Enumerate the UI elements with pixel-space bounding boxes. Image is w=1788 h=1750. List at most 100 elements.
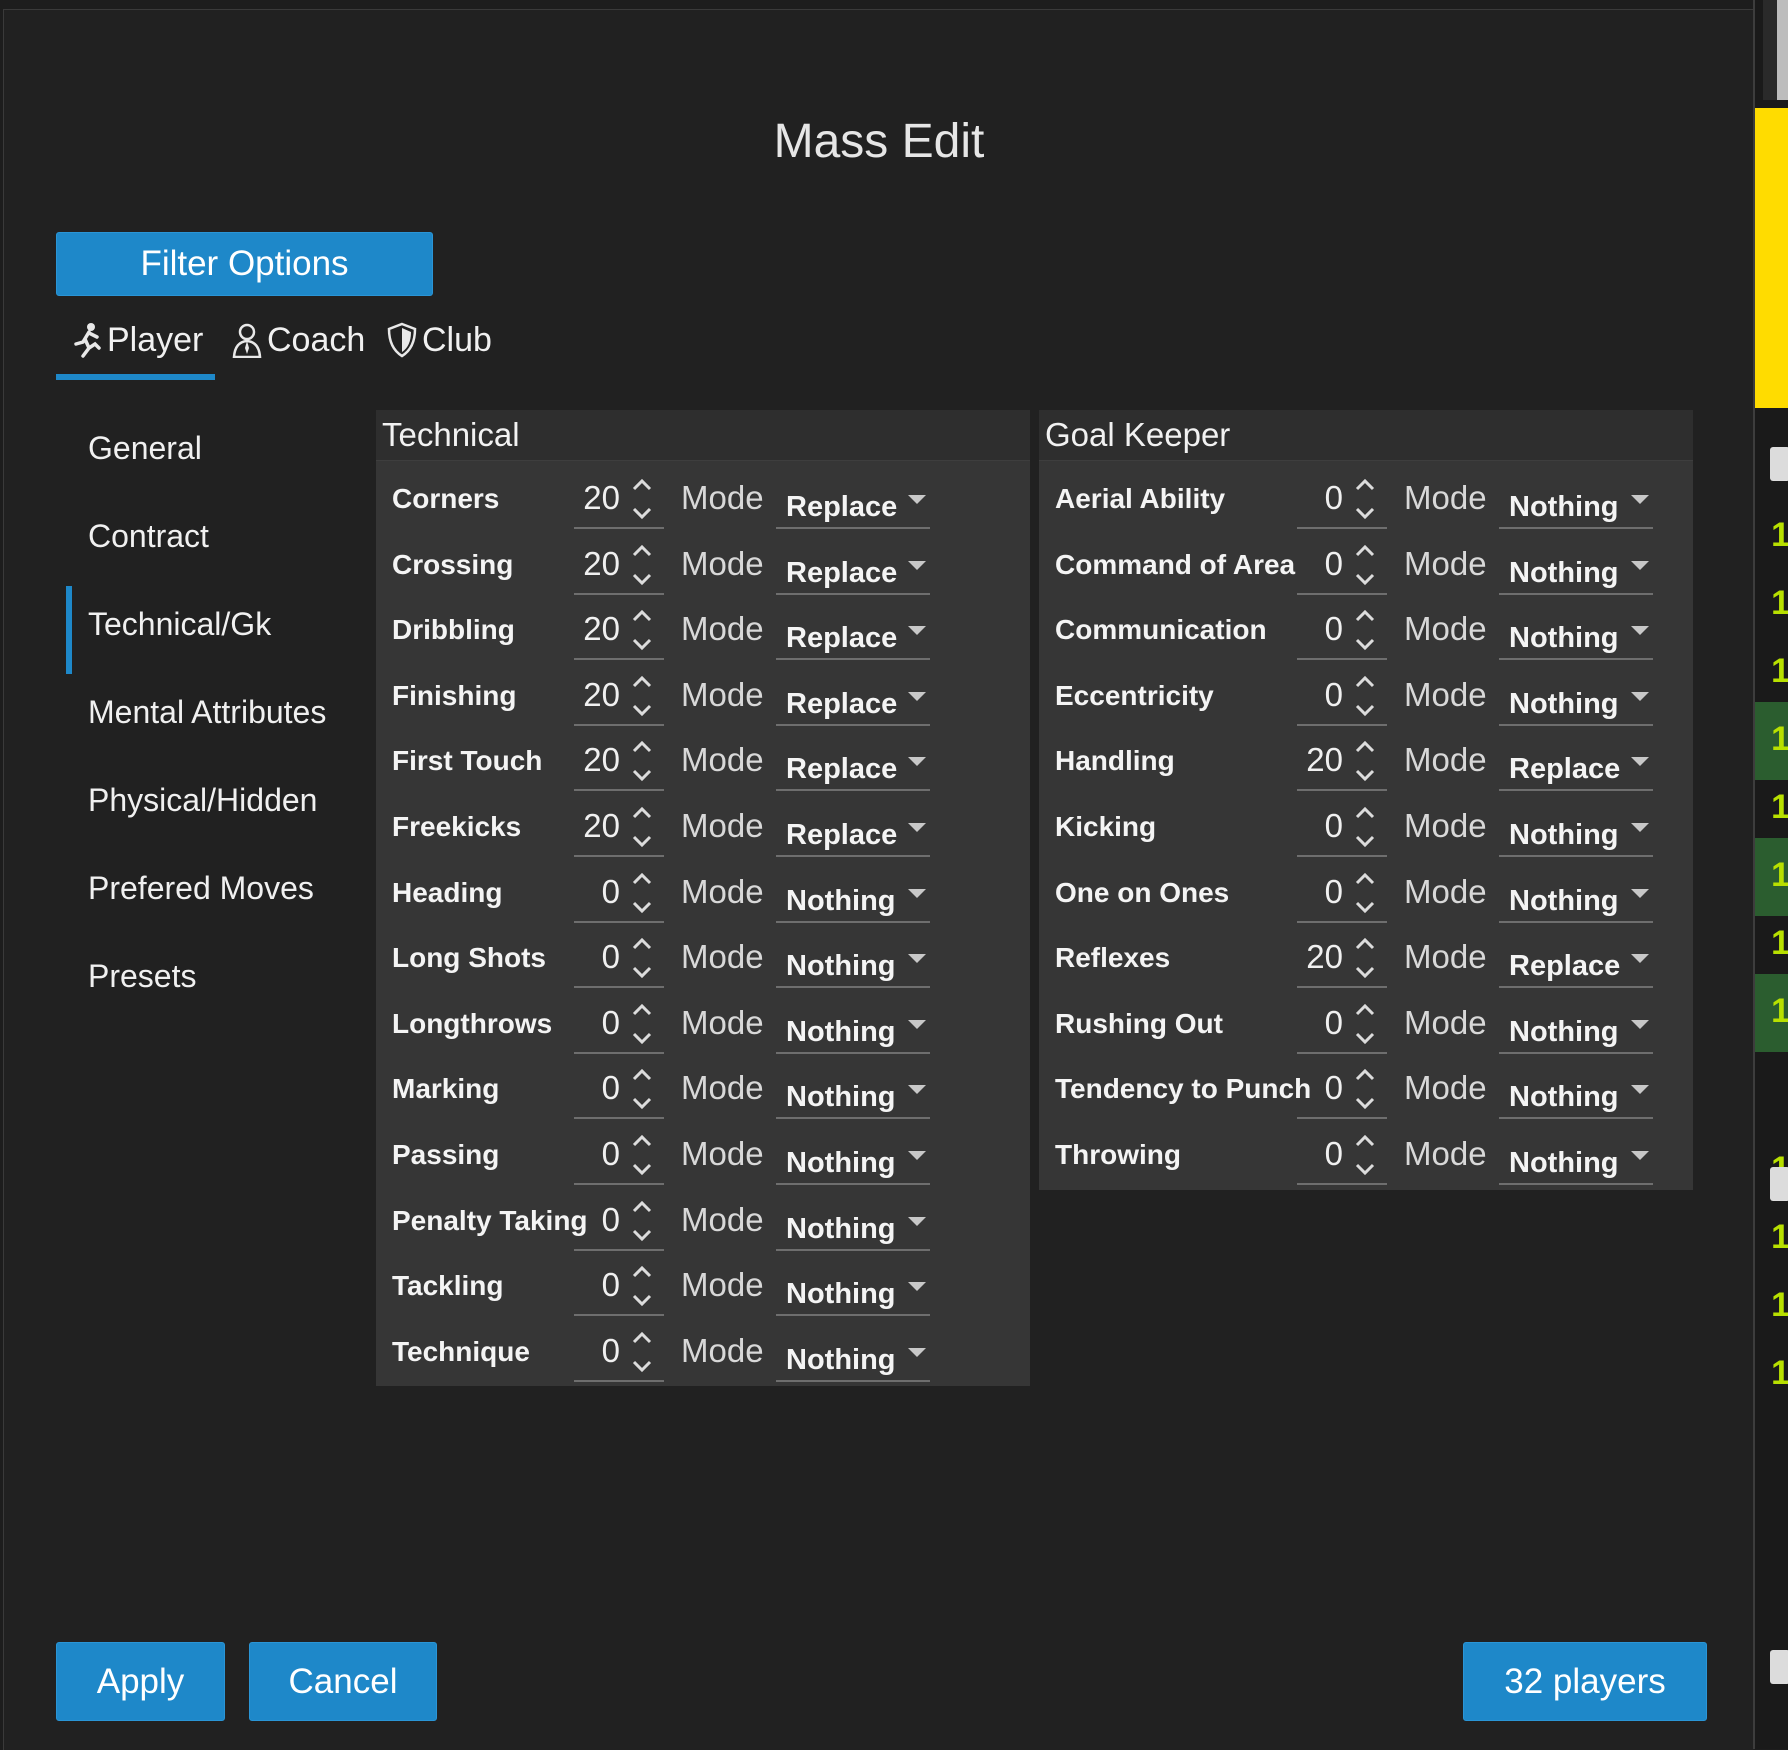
attribute-value[interactable]: 0: [602, 1266, 620, 1304]
chevron-down-icon[interactable]: [908, 954, 926, 964]
attribute-value[interactable]: 0: [1325, 1069, 1343, 1107]
attribute-value[interactable]: 0: [1325, 479, 1343, 517]
chevron-down-icon[interactable]: [1631, 822, 1649, 832]
chevron-down-icon[interactable]: [908, 1085, 926, 1095]
mode-select[interactable]: Nothing: [1499, 602, 1653, 661]
attribute-value[interactable]: 20: [583, 807, 620, 845]
stepper-arrows-icon[interactable]: [630, 934, 654, 982]
attribute-value-stepper[interactable]: 0: [574, 1258, 664, 1317]
attribute-value-stepper[interactable]: 0: [1297, 668, 1387, 726]
attribute-value-stepper[interactable]: 20: [574, 602, 664, 661]
attribute-value[interactable]: 20: [583, 610, 620, 648]
cancel-button[interactable]: Cancel: [249, 1642, 437, 1721]
tab-club[interactable]: Club: [386, 310, 492, 370]
mode-select[interactable]: Nothing: [1499, 1061, 1653, 1120]
mode-select[interactable]: Nothing: [1499, 996, 1653, 1054]
mode-select[interactable]: Replace: [776, 602, 930, 661]
scrollbar-thumb[interactable]: [1777, 0, 1788, 100]
chevron-down-icon[interactable]: [1631, 495, 1649, 504]
mode-select[interactable]: Nothing: [1499, 865, 1653, 923]
attribute-value[interactable]: 0: [602, 1069, 620, 1107]
attribute-value[interactable]: 0: [1325, 1004, 1343, 1042]
stepper-arrows-icon[interactable]: [630, 1197, 654, 1245]
mode-select[interactable]: Replace: [1499, 930, 1653, 989]
stepper-arrows-icon[interactable]: [630, 672, 654, 720]
player-count-button[interactable]: 32 players: [1463, 1642, 1707, 1721]
attribute-value-stepper[interactable]: 0: [574, 1324, 664, 1382]
attribute-value-stepper[interactable]: 0: [1297, 799, 1387, 857]
attribute-value[interactable]: 20: [583, 676, 620, 714]
attribute-value-stepper[interactable]: 0: [574, 865, 664, 923]
attribute-value-stepper[interactable]: 0: [1297, 1061, 1387, 1120]
nav-item-mental-attributes[interactable]: Mental Attributes: [66, 674, 356, 762]
tab-player[interactable]: Player: [71, 310, 203, 370]
attribute-value[interactable]: 0: [1325, 545, 1343, 583]
stepper-arrows-icon[interactable]: [1353, 803, 1377, 851]
attribute-value-stepper[interactable]: 20: [574, 537, 664, 595]
chevron-down-icon[interactable]: [908, 1347, 926, 1357]
attribute-value[interactable]: 20: [583, 479, 620, 517]
nav-item-general[interactable]: General: [66, 410, 356, 498]
mode-select[interactable]: Nothing: [776, 1193, 930, 1251]
attribute-value[interactable]: 0: [602, 1135, 620, 1173]
attribute-value-stepper[interactable]: 20: [574, 799, 664, 857]
apply-button[interactable]: Apply: [56, 1642, 225, 1721]
attribute-value-stepper[interactable]: 0: [1297, 537, 1387, 595]
stepper-arrows-icon[interactable]: [1353, 1000, 1377, 1048]
mode-select[interactable]: Replace: [776, 799, 930, 857]
mode-select[interactable]: Nothing: [1499, 668, 1653, 726]
attribute-value[interactable]: 0: [1325, 676, 1343, 714]
chevron-down-icon[interactable]: [908, 1216, 926, 1226]
stepper-arrows-icon[interactable]: [630, 1131, 654, 1179]
attribute-value[interactable]: 0: [602, 1004, 620, 1042]
filter-options-button[interactable]: Filter Options: [56, 232, 433, 296]
chevron-down-icon[interactable]: [908, 691, 926, 701]
attribute-value-stepper[interactable]: 0: [1297, 865, 1387, 923]
chevron-down-icon[interactable]: [908, 1282, 926, 1292]
chevron-down-icon[interactable]: [1631, 1019, 1649, 1029]
nav-item-prefered-moves[interactable]: Prefered Moves: [66, 850, 356, 938]
attribute-value-stepper[interactable]: 20: [1297, 733, 1387, 792]
mode-select[interactable]: Nothing: [776, 1061, 930, 1120]
mode-select[interactable]: Nothing: [776, 930, 930, 989]
stepper-arrows-icon[interactable]: [630, 803, 654, 851]
mode-select[interactable]: Replace: [776, 537, 930, 595]
attribute-value-stepper[interactable]: 0: [574, 996, 664, 1054]
mode-select[interactable]: Nothing: [776, 1127, 930, 1185]
attribute-value-stepper[interactable]: 0: [1297, 996, 1387, 1054]
attribute-value[interactable]: 20: [583, 545, 620, 583]
stepper-arrows-icon[interactable]: [1353, 1131, 1377, 1179]
chevron-down-icon[interactable]: [908, 1150, 926, 1160]
chevron-down-icon[interactable]: [1631, 626, 1649, 636]
nav-item-contract[interactable]: Contract: [66, 498, 356, 586]
stepper-arrows-icon[interactable]: [1353, 672, 1377, 720]
chevron-down-icon[interactable]: [908, 822, 926, 832]
attribute-value[interactable]: 0: [602, 938, 620, 976]
tab-coach[interactable]: Coach: [231, 310, 365, 370]
stepper-arrows-icon[interactable]: [630, 1262, 654, 1310]
attribute-value-stepper[interactable]: 20: [574, 668, 664, 726]
chevron-down-icon[interactable]: [1631, 888, 1649, 898]
stepper-arrows-icon[interactable]: [1353, 541, 1377, 589]
attribute-value[interactable]: 0: [1325, 873, 1343, 911]
mode-select[interactable]: Nothing: [776, 996, 930, 1054]
mode-select[interactable]: Replace: [776, 471, 930, 529]
stepper-arrows-icon[interactable]: [630, 737, 654, 785]
chevron-down-icon[interactable]: [908, 626, 926, 636]
mode-select[interactable]: Nothing: [776, 1258, 930, 1317]
chevron-down-icon[interactable]: [908, 888, 926, 898]
attribute-value-stepper[interactable]: 0: [1297, 1127, 1387, 1185]
chevron-down-icon[interactable]: [908, 495, 926, 504]
attribute-value[interactable]: 0: [602, 1201, 620, 1239]
nav-item-physical-hidden[interactable]: Physical/Hidden: [66, 762, 356, 850]
mode-select[interactable]: Nothing: [1499, 537, 1653, 595]
mode-select[interactable]: Nothing: [1499, 1127, 1653, 1185]
chevron-down-icon[interactable]: [908, 757, 926, 767]
mode-select[interactable]: Nothing: [1499, 799, 1653, 857]
chevron-down-icon[interactable]: [1631, 954, 1649, 964]
attribute-value-stepper[interactable]: 0: [574, 1061, 664, 1120]
attribute-value[interactable]: 0: [1325, 807, 1343, 845]
stepper-arrows-icon[interactable]: [1353, 1065, 1377, 1113]
attribute-value[interactable]: 0: [602, 873, 620, 911]
attribute-value-stepper[interactable]: 0: [574, 1127, 664, 1185]
